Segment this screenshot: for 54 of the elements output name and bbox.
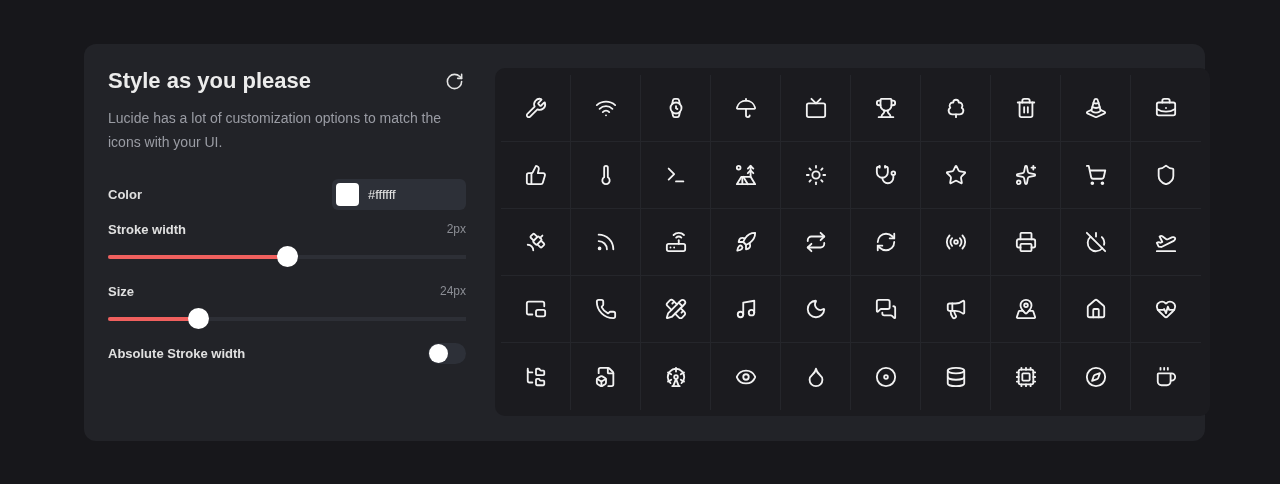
router-icon[interactable] [664,231,687,253]
umbrella-icon[interactable] [734,97,757,119]
power-off-icon[interactable] [1084,231,1107,253]
control-label: Color [108,186,142,202]
house-icon[interactable] [1084,298,1107,320]
disc-icon[interactable] [874,365,897,388]
sun-icon[interactable] [804,164,827,186]
shield-icon[interactable] [1155,164,1177,186]
case-icon[interactable] [1155,97,1177,119]
tv-icon[interactable] [804,97,827,119]
control-label: Stroke width [108,221,186,237]
color-field[interactable]: #ffffff [332,178,466,210]
pencil-ruler-icon[interactable] [664,298,687,320]
trash-icon[interactable] [1014,97,1037,119]
tent-icon[interactable] [734,164,757,186]
control-label: Absolute Stroke width [108,345,246,361]
folder-tree-icon[interactable] [524,365,547,388]
cpu-icon[interactable] [1014,365,1037,388]
compass-icon[interactable] [1084,365,1107,388]
map-pin-icon[interactable] [1014,298,1037,320]
sparkles-icon[interactable] [1014,164,1037,186]
toggle-switch[interactable] [428,342,466,364]
file-box-icon[interactable] [594,365,617,388]
phone-icon[interactable] [594,298,617,320]
slider-reading: 24px [439,284,466,298]
satellite-icon[interactable] [524,231,547,253]
wrench-icon[interactable] [524,97,547,119]
reset-icon[interactable] [445,71,464,91]
slider-reading: 2px [446,222,466,236]
picture-in-picture-icon[interactable] [524,298,547,320]
database-icon[interactable] [944,365,967,388]
megaphone-icon[interactable] [944,298,967,320]
stethoscope-icon[interactable] [874,164,897,186]
printer-icon[interactable] [1014,231,1037,253]
heart-pulse-icon[interactable] [1155,298,1177,320]
trophy-icon[interactable] [874,97,897,119]
refresh-icon[interactable] [874,231,897,253]
cart-icon[interactable] [1084,164,1107,186]
repeat-icon[interactable] [804,231,827,253]
slider-thumb[interactable] [187,308,209,329]
panel-title: Style as you please [108,68,311,94]
rocket-icon[interactable] [734,231,757,253]
traffic-cone-icon[interactable] [1084,97,1107,119]
music-icon[interactable] [734,298,757,320]
ferris-wheel-icon[interactable] [664,365,687,388]
star-icon[interactable] [944,164,967,186]
slider-thumb[interactable] [277,246,298,267]
moon-icon[interactable] [804,298,827,320]
coffee-icon[interactable] [1155,365,1177,388]
panel-description: Lucide has a lot of customization options to match the icons with your UI. [108,109,443,152]
thumbs-up-icon[interactable] [524,164,547,186]
control-label: Size [108,283,134,299]
messages-icon[interactable] [874,298,897,320]
color-value: #ffffff [368,186,396,202]
